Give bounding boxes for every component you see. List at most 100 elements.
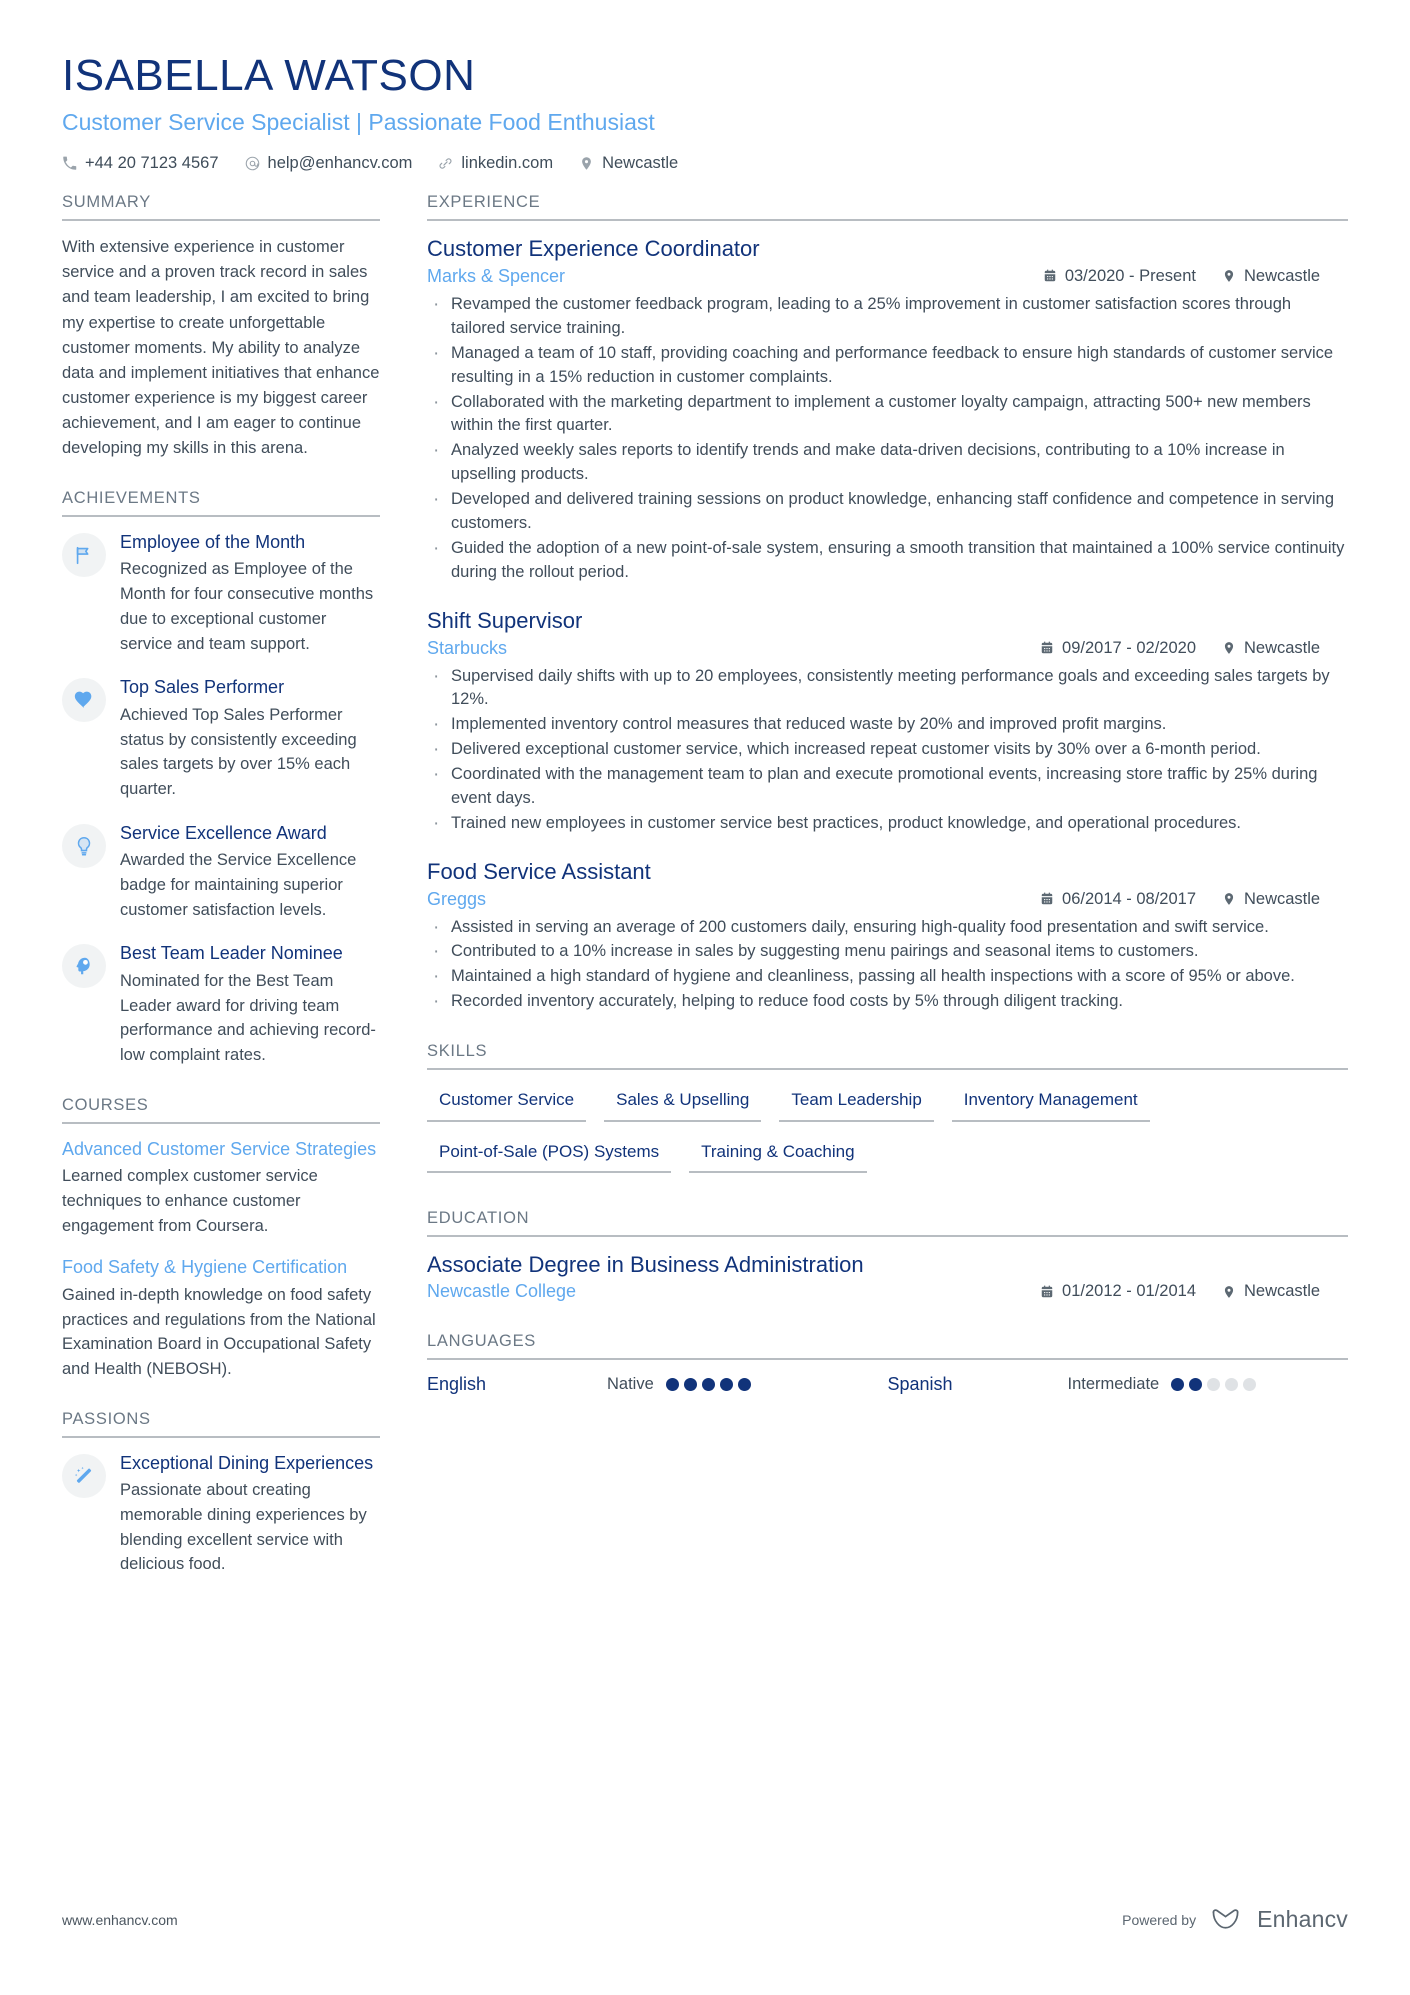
language-level: Native [607,1375,654,1394]
education-dates-text: 01/2012 - 01/2014 [1062,1282,1196,1301]
achievement-item: Service Excellence Award Awarded the Ser… [62,822,380,923]
job-dates-text: 03/2020 - Present [1064,266,1196,285]
enhancv-logo: Enhancv [1210,1906,1348,1933]
calendar-icon [1040,892,1054,906]
magic-wand-icon [62,1453,106,1498]
job-dates: 03/2020 - Present [1043,267,1196,286]
location-pin-icon [579,156,594,171]
education-entry: Associate Degree in Business Administrat… [427,1251,1348,1303]
section-title-courses: COURSES [62,1095,149,1114]
contact-row: +44 20 7123 4567 help@enhancv.com linked… [62,154,1348,173]
rating-dot [1189,1378,1203,1392]
achievement-desc: Nominated for the Best Team Leader award… [120,971,376,1065]
education-school: Newcastle College [427,1281,577,1302]
job-bullets: Revamped the customer feedback program, … [427,291,1348,585]
language-item: English Native [427,1374,888,1395]
job-bullet: Coordinated with the management team to … [427,761,1348,811]
section-divider [62,1121,380,1124]
contact-location-text: Newcastle [602,154,679,173]
rating-dot [665,1378,679,1392]
languages-row: English Native Spanish Intermediate [427,1374,1348,1395]
education-meta-row: Newcastle College 01/2012 - 01/2014 Newc… [427,1281,1348,1302]
achievement-item: Employee of the Month Recognized as Empl… [62,531,380,656]
achievement-desc: Achieved Top Sales Performer status by c… [120,705,357,798]
education-degree: Associate Degree in Business Administrat… [427,1251,864,1277]
job-dates-text: 09/2017 - 02/2020 [1062,638,1196,657]
section-title-experience: EXPERIENCE [427,193,541,212]
section-achievements: ACHIEVEMENTS Employee of the Month Recog… [62,489,380,1068]
section-languages: LANGUAGES English Native Spanish Interme… [427,1332,1348,1395]
lightbulb-icon [62,823,106,868]
skills-list: Customer Service Sales & Upselling Team … [427,1084,1348,1173]
contact-link[interactable]: linkedin.com [438,154,553,173]
passion-item: Exceptional Dining Experiences Passionat… [62,1452,380,1577]
language-rating [1171,1378,1257,1392]
language-rating [665,1378,751,1392]
rating-dot [737,1378,751,1392]
skill-chip: Team Leadership [779,1084,934,1122]
section-summary: SUMMARY With extensive experience in cus… [62,193,380,461]
section-title-achievements: ACHIEVEMENTS [62,488,201,507]
achievement-title: Top Sales Performer [120,677,285,698]
job-bullet: Revamped the customer feedback program, … [427,291,1348,341]
link-icon [438,156,453,171]
education-location-text: Newcastle [1244,1282,1321,1301]
course-item: Food Safety & Hygiene Certification Gain… [62,1256,380,1381]
footer-url[interactable]: www.enhancv.com [62,1912,178,1928]
summary-text: With extensive experience in customer se… [62,238,380,457]
experience-entry: Food Service Assistant Greggs 06/2014 - … [427,858,1348,1016]
achievement-item: Best Team Leader Nominee Nominated for t… [62,942,380,1067]
section-experience: EXPERIENCE Customer Experience Coordinat… [427,193,1348,1016]
achievement-item: Top Sales Performer Achieved Top Sales P… [62,676,380,801]
location-pin-icon [1222,269,1236,283]
section-divider [427,1358,1348,1361]
email-icon [245,156,260,171]
section-title-summary: SUMMARY [62,193,151,212]
heart-icon [62,678,106,723]
rating-dot [1243,1378,1257,1392]
job-dates: 06/2014 - 08/2017 [1040,890,1196,909]
job-company: Marks & Spencer [427,265,566,286]
job-bullet: Analyzed weekly sales reports to identif… [427,437,1348,487]
calendar-icon [1043,269,1057,283]
calendar-icon [1040,641,1054,655]
location-pin-icon [1222,641,1236,655]
page-title: ISABELLA WATSON [62,51,476,100]
skill-chip: Customer Service [427,1084,587,1122]
job-bullet: Supervised daily shifts with up to 20 em… [427,663,1348,713]
section-divider [62,219,380,222]
skill-chip: Inventory Management [951,1084,1150,1122]
course-desc: Gained in-depth knowledge on food safety… [62,1285,376,1379]
contact-link-text: linkedin.com [461,154,554,173]
contact-email[interactable]: help@enhancv.com [245,154,413,173]
job-dates: 09/2017 - 02/2020 [1040,639,1196,658]
experience-entry: Shift Supervisor Starbucks 09/2017 - 02/… [427,607,1348,838]
rating-dot [1207,1378,1221,1392]
job-bullets: Supervised daily shifts with up to 20 em… [427,663,1348,838]
achievement-title: Service Excellence Award [120,822,327,843]
section-title-education: EDUCATION [427,1208,530,1227]
section-divider [427,1068,1348,1071]
location-pin-icon [1222,1285,1236,1299]
job-location: Newcastle [1222,890,1348,909]
achievement-desc: Recognized as Employee of the Month for … [120,560,374,653]
language-name: Spanish [887,1374,953,1395]
contact-email-text: help@enhancv.com [267,154,413,173]
skill-chip: Point-of-Sale (POS) Systems [427,1136,672,1173]
section-skills: SKILLS Customer Service Sales & Upsellin… [427,1042,1348,1173]
footer-brand-text: Enhancv [1257,1906,1348,1932]
job-role: Food Service Assistant [427,858,651,884]
job-bullet: Implemented inventory control measures t… [427,711,1348,738]
section-title-languages: LANGUAGES [427,1332,536,1351]
rating-dot [683,1378,697,1392]
section-divider [62,514,380,517]
job-meta-row: Marks & Spencer 03/2020 - Present Newcas… [427,266,1348,287]
contact-phone[interactable]: +44 20 7123 4567 [62,154,219,173]
footer-brand-group: Powered by Enhancv [1122,1906,1348,1933]
education-location: Newcastle [1222,1282,1348,1301]
section-education: EDUCATION Associate Degree in Business A… [427,1209,1348,1303]
language-item: Spanish Intermediate [888,1374,1349,1395]
job-company: Greggs [427,888,487,909]
job-location: Newcastle [1222,639,1348,658]
footer-powered-by: Powered by [1122,1911,1197,1928]
